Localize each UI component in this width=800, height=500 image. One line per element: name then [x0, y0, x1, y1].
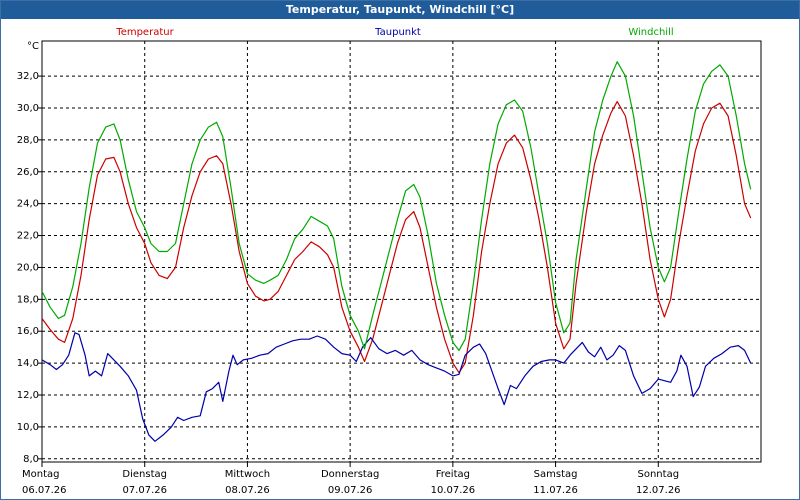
y-axis-label: °C	[27, 41, 39, 52]
x-tick-label-date: 12.07.26	[636, 485, 681, 496]
x-axis: Montag 06.07.26 Dienstag 07.07.26 Mittwoch 08…	[22, 462, 681, 496]
x-tick-label-date: 08.07.26	[225, 485, 270, 496]
y-tick-label: 22,0	[17, 231, 39, 242]
chart-canvas: °C 8,0 10,0 12,0 14,0 16,0 18,0 20,0 22,0 24,0 26…	[17, 27, 762, 496]
y-axis: °C 8,0 10,0 12,0 14,0 16,0 18,0 20,0 22,0 24,0 26…	[17, 41, 42, 465]
legend-entry: Temperatur	[115, 27, 174, 38]
y-tick-label: 20,0	[17, 262, 39, 273]
x-tick-label-day: Freitag	[436, 469, 470, 480]
x-tick-label-date: 10.07.26	[431, 485, 476, 496]
y-tick-label: 32,0	[17, 71, 39, 82]
legend: Temperatur Taupunkt Windchill	[115, 27, 673, 38]
x-tick-label-date: 11.07.26	[533, 485, 578, 496]
y-tick-label: 8,0	[23, 454, 39, 465]
y-tick-label: 28,0	[17, 135, 39, 146]
y-tick-label: 16,0	[17, 326, 39, 337]
chart-window: Temperatur, Taupunkt, Windchill [°C] °C …	[0, 0, 800, 500]
legend-entry: Taupunkt	[374, 27, 421, 38]
y-tick-label: 26,0	[17, 167, 39, 178]
legend-entry: Windchill	[628, 27, 673, 38]
plot-area	[41, 40, 762, 463]
x-tick-label-day: Donnerstag	[321, 469, 379, 480]
y-tick-label: 10,0	[17, 422, 39, 433]
x-tick-label-day: Mittwoch	[225, 469, 270, 480]
x-tick-label-date: 07.07.26	[122, 485, 167, 496]
y-tick-label: 30,0	[17, 103, 39, 114]
y-tick-label: 18,0	[17, 294, 39, 305]
x-tick-label-date: 06.07.26	[22, 485, 67, 496]
y-tick-label: 14,0	[17, 358, 39, 369]
y-tick-label: 24,0	[17, 199, 39, 210]
x-tick-label-day: Sonntag	[638, 469, 680, 480]
x-tick-label-date: 09.07.26	[328, 485, 373, 496]
x-tick-label-day: Samstag	[534, 469, 578, 480]
y-tick-label: 12,0	[17, 390, 39, 401]
x-tick-label-day: Dienstag	[122, 469, 167, 480]
x-tick-label-day: Montag	[22, 469, 59, 480]
